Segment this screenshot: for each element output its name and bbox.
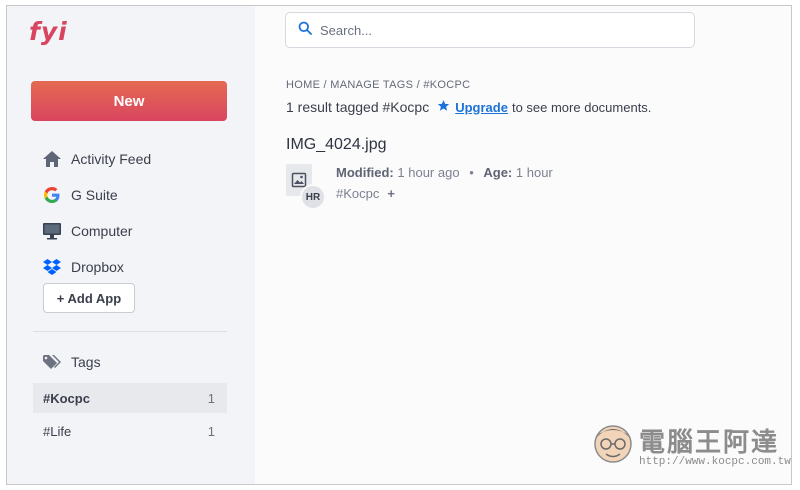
search-icon (298, 21, 312, 40)
breadcrumb: HOME / MANAGE TAGS / #KOCPC (286, 79, 470, 91)
tag-count: 1 (207, 390, 215, 406)
sidebar-tag-kocpc[interactable]: #Kocpc 1 (33, 383, 227, 413)
tags-heading-label: Tags (71, 354, 101, 370)
sidebar-item-label: Computer (71, 223, 133, 239)
file-name[interactable]: IMG_4024.jpg (286, 136, 387, 154)
home-icon (41, 148, 63, 170)
app-logo[interactable]: fyi (29, 17, 68, 46)
search-bar[interactable] (285, 12, 695, 48)
sidebar-item-label: Activity Feed (71, 151, 152, 167)
file-tags: #Kocpc + (336, 186, 395, 201)
add-tag-button[interactable]: + (387, 186, 395, 201)
upgrade-link[interactable]: Upgrade (455, 100, 508, 115)
upgrade-notice: Upgrade to see more documents. (437, 99, 651, 115)
breadcrumb-separator: / (320, 79, 331, 91)
app-list: Activity Feed G Suite Computer Dropbox (41, 141, 151, 285)
star-icon (437, 99, 450, 115)
breadcrumb-separator: / (413, 79, 424, 91)
search-input[interactable] (320, 22, 680, 38)
new-button[interactable]: New (31, 81, 227, 121)
tag-label: #Life (43, 423, 72, 439)
add-app-button[interactable]: + Add App (43, 283, 135, 313)
sidebar-item-computer[interactable]: Computer (41, 213, 151, 249)
meta-separator: • (469, 165, 474, 180)
file-metadata: Modified: 1 hour ago • Age: 1 hour (336, 165, 553, 180)
watermark-url: http://www.kocpc.com.tw (639, 456, 791, 468)
google-icon (41, 184, 63, 206)
tags-heading: Tags (41, 351, 101, 373)
watermark: 電腦王阿達 http://www.kocpc.com.tw (587, 416, 791, 476)
age-value: 1 hour (515, 165, 553, 180)
age-label: Age: (483, 165, 513, 180)
tag-icon (41, 351, 63, 373)
sidebar-item-label: G Suite (71, 187, 118, 203)
sidebar-item-activity-feed[interactable]: Activity Feed (41, 141, 151, 177)
sidebar-item-g-suite[interactable]: G Suite (41, 177, 151, 213)
tag-label: #Kocpc (43, 390, 90, 406)
dropbox-icon (41, 256, 63, 278)
sidebar-item-dropbox[interactable]: Dropbox (41, 249, 151, 285)
breadcrumb-manage-tags[interactable]: MANAGE TAGS (330, 79, 413, 91)
watermark-text: 電腦王阿達 (639, 428, 780, 458)
main-content: HOME / MANAGE TAGS / #KOCPC 1 result tag… (255, 6, 791, 484)
sidebar-item-label: Dropbox (71, 259, 124, 275)
breadcrumb-current-tag: #KOCPC (423, 79, 471, 91)
modified-value: 1 hour ago (397, 165, 460, 180)
monitor-icon (41, 220, 63, 242)
result-summary: 1 result tagged #Kocpc Upgrade to see mo… (286, 99, 651, 115)
owner-avatar: HR (300, 184, 326, 210)
file-thumbnail[interactable]: HR (286, 164, 326, 210)
app-window: fyi New Activity Feed G Suite Computer D… (6, 5, 792, 485)
tag-count: 1 (207, 423, 215, 439)
sidebar: fyi New Activity Feed G Suite Computer D… (7, 6, 255, 484)
watermark-mascot-icon (594, 425, 632, 463)
sidebar-divider (33, 331, 227, 332)
file-tag[interactable]: #Kocpc (336, 186, 379, 201)
result-count-text: 1 result tagged #Kocpc (286, 99, 430, 115)
breadcrumb-home[interactable]: HOME (286, 79, 320, 91)
modified-label: Modified: (336, 165, 394, 180)
sidebar-tag-life[interactable]: #Life 1 (33, 416, 227, 446)
upsell-text: to see more documents. (511, 99, 652, 115)
